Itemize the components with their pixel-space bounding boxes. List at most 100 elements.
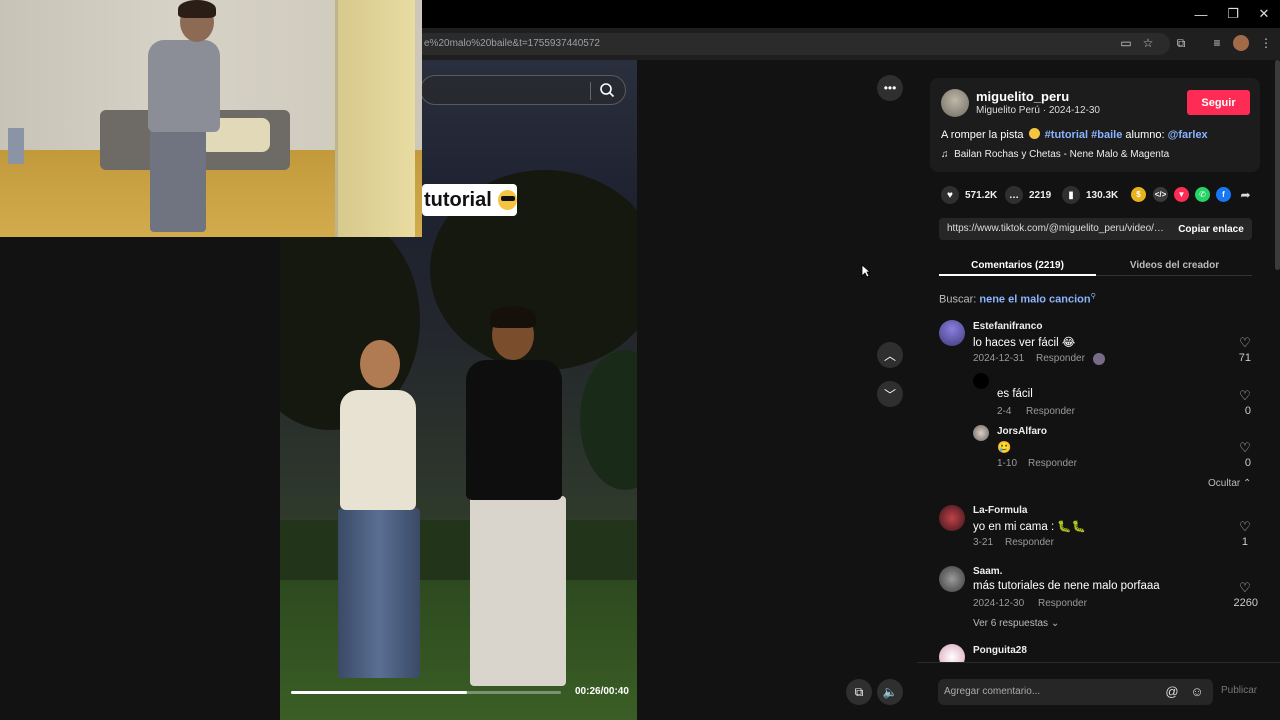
creator-liked-avatar: [1093, 353, 1105, 365]
comment-count: 2219: [1029, 189, 1052, 201]
dancer-left-head: [360, 340, 400, 388]
search-suggestion[interactable]: Buscar: nene el malo cancion⚲: [939, 292, 1096, 306]
cast-icon[interactable]: ▭: [1118, 35, 1134, 51]
video-progress-fill: [291, 691, 467, 694]
description-prefix: A romper la pista: [941, 129, 1024, 141]
video-description: A romper la pista #tutorial #baile alumn…: [941, 128, 1208, 141]
tab-creator-videos[interactable]: Videos del creador: [1096, 255, 1253, 275]
media-control-icon[interactable]: ≡: [1209, 35, 1225, 51]
sunglasses-emoji-icon: [1028, 128, 1040, 139]
comment-username[interactable]: Saam.: [973, 566, 1002, 577]
dancer-right-torso: [466, 360, 562, 500]
send-icon[interactable]: ▼: [1174, 187, 1189, 202]
search-icon[interactable]: [599, 82, 615, 98]
music-track[interactable]: ♫ Bailan Rochas y Chetas - Nene Malo & M…: [941, 149, 1169, 160]
comment-username[interactable]: La-Formula: [973, 505, 1027, 516]
mention-at-icon[interactable]: @: [1165, 684, 1179, 699]
comment-text: yo en mi cama : 🐛🐛: [973, 521, 1087, 533]
extensions-icon[interactable]: ⧉: [1173, 35, 1189, 51]
reply-button[interactable]: Responder: [1036, 353, 1085, 364]
video-progress-bar[interactable]: [291, 691, 561, 694]
publish-button[interactable]: Publicar: [1221, 685, 1257, 696]
minimize-icon[interactable]: —: [1184, 0, 1218, 28]
save-stat[interactable]: ▮ 130.3K: [1062, 186, 1118, 204]
mention-link[interactable]: @farlex: [1168, 129, 1208, 141]
screen: — ❐ ✕ e%20malo%20baile&t=1755937440572 ▭…: [0, 0, 1280, 720]
hashtag-tutorial[interactable]: #tutorial: [1045, 129, 1088, 141]
bookmark-icon[interactable]: ▮: [1062, 186, 1080, 204]
embed-code-icon[interactable]: </>: [1153, 187, 1168, 202]
save-count: 130.3K: [1086, 189, 1119, 201]
whatsapp-icon[interactable]: ✆: [1195, 187, 1210, 202]
facebook-icon[interactable]: f: [1216, 187, 1231, 202]
comment-date: 2024-12-30: [973, 598, 1025, 609]
view-replies-button[interactable]: Ver 6 respuestas ⌄: [973, 618, 1059, 629]
heart-outline-icon[interactable]: ♡: [1238, 519, 1252, 534]
follow-button[interactable]: Seguir: [1187, 90, 1250, 115]
comment-stat[interactable]: … 2219: [1005, 186, 1051, 204]
reply-avatar[interactable]: [973, 425, 989, 441]
heart-outline-icon[interactable]: ♡: [1238, 388, 1252, 403]
floating-player-icon[interactable]: ⧉: [846, 679, 872, 705]
tree-foliage: [580, 350, 637, 490]
like-stat[interactable]: ♥ 571.2K: [941, 186, 997, 204]
reply-date: 2-4: [997, 406, 1012, 417]
search-input[interactable]: [420, 75, 626, 105]
share-arrow-icon[interactable]: ➦: [1238, 187, 1253, 202]
grass: [280, 580, 637, 720]
panel-scrollbar[interactable]: [1275, 60, 1280, 270]
comment-text: lo haces ver fácil 😂: [973, 337, 1076, 349]
video-caption: tutorial: [422, 184, 517, 216]
menu-kebab-icon[interactable]: ⋮: [1258, 35, 1274, 51]
reply-button[interactable]: Responder: [1028, 458, 1077, 469]
creator-subline: Miguelito Perú · 2024-12-30: [976, 105, 1100, 116]
music-title: Bailan Rochas y Chetas - Nene Malo & Mag…: [954, 149, 1170, 160]
creator-avatar[interactable]: [941, 89, 969, 117]
reply-button[interactable]: Responder: [1038, 598, 1087, 609]
dancer-left-torso: [340, 390, 416, 510]
comment-avatar[interactable]: [939, 566, 965, 592]
url-text: e%20malo%20baile&t=1755937440572: [424, 38, 600, 49]
reply-button[interactable]: Responder: [1005, 537, 1054, 548]
creator-display-name: Miguelito Perú: [976, 105, 1040, 116]
music-note-icon: ♫: [941, 149, 949, 160]
heart-outline-icon[interactable]: ♡: [1238, 580, 1252, 595]
comment-text: más tutoriales de nene malo porfaaa: [973, 580, 1160, 592]
emoji-picker-icon[interactable]: ☺: [1190, 684, 1204, 699]
video-timecode: 00:26/00:40: [575, 686, 629, 697]
close-icon[interactable]: ✕: [1247, 0, 1280, 28]
search-suggestion-query[interactable]: nene el malo cancion: [979, 294, 1090, 306]
hide-replies-button[interactable]: Ocultar ⌃: [1208, 478, 1251, 489]
heart-outline-icon[interactable]: ♡: [1238, 440, 1252, 455]
webcam-person-hair: [178, 0, 216, 18]
reply-username[interactable]: JorsAlfaro: [997, 426, 1047, 437]
restore-icon[interactable]: ❐: [1216, 0, 1250, 28]
tab-comments[interactable]: Comentarios (2219): [939, 255, 1096, 275]
reply-date: 1-10: [997, 458, 1018, 469]
chevron-down-icon: ⌄: [1050, 618, 1060, 629]
creator-username[interactable]: miguelito_peru: [976, 89, 1069, 104]
reply-button[interactable]: Responder: [1026, 406, 1075, 417]
description-middle: alumno:: [1125, 129, 1165, 141]
heart-icon[interactable]: ♥: [941, 186, 959, 204]
search-suggestion-label: Buscar:: [939, 293, 977, 306]
profile-avatar-icon[interactable]: [1233, 35, 1249, 51]
video-link-text[interactable]: https://www.tiktok.com/@miguelito_peru/v…: [947, 223, 1167, 234]
chevron-down-icon[interactable]: ﹀: [877, 381, 903, 407]
comment-username[interactable]: Ponguita28: [973, 645, 1027, 656]
reply-avatar[interactable]: [973, 373, 989, 389]
volume-icon[interactable]: 🔈: [877, 679, 903, 705]
chevron-up-icon[interactable]: ︿: [877, 342, 903, 368]
comment-avatar[interactable]: [939, 320, 965, 346]
comment-username[interactable]: Estefanifranco: [973, 321, 1042, 332]
webcam-person-torso: [148, 40, 220, 132]
comment-bubble-icon[interactable]: …: [1005, 186, 1023, 204]
sunglasses-emoji-icon: [497, 190, 517, 210]
comment-avatar[interactable]: [939, 505, 965, 531]
heart-outline-icon[interactable]: ♡: [1238, 335, 1252, 350]
bookmark-star-icon[interactable]: ☆: [1140, 35, 1156, 51]
copy-link-button[interactable]: Copiar enlace: [1170, 218, 1252, 240]
coin-share-icon[interactable]: $: [1131, 187, 1146, 202]
more-options-icon[interactable]: •••: [877, 75, 903, 101]
hashtag-baile[interactable]: #baile: [1091, 129, 1122, 141]
